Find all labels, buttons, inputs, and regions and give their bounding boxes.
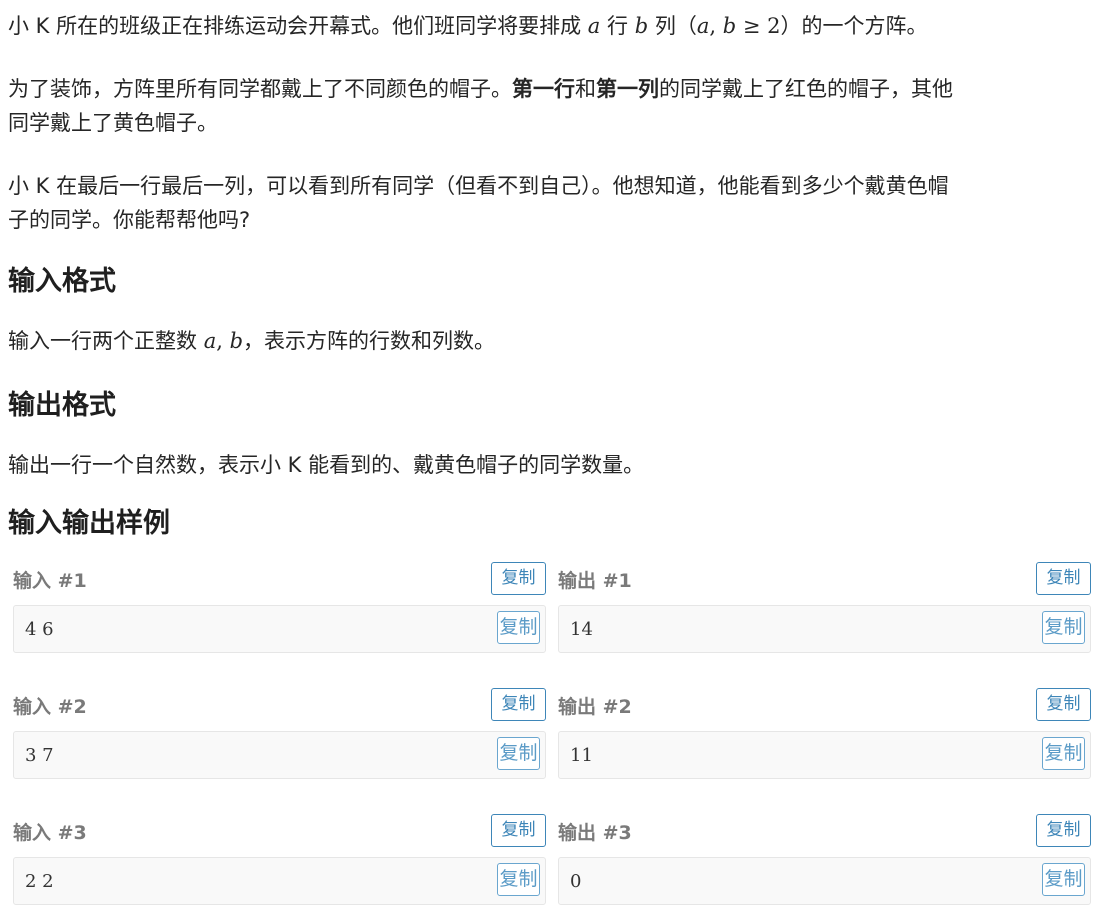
description-paragraph-1: 小 K 所在的班级正在排练运动会开幕式。他们班同学将要排成 a 行 b 列（a,… (8, 9, 927, 43)
sample-input-header: 输入 #2 复制 (13, 688, 546, 724)
samples-section: 输入 #1 复制 4 6 复制 输出 #1 复制 14 复制 输入 #2 复制 (13, 562, 1091, 912)
para1-suffix: ）的一个方阵。 (780, 14, 928, 38)
copy-button[interactable]: 复制 (491, 814, 546, 847)
sample-output-title: 输出 #2 (558, 696, 632, 718)
copy-inline-button[interactable]: 复制 (1042, 863, 1085, 896)
input-format-prefix: 输入一行两个正整数 (8, 329, 204, 353)
sample-input-title: 输入 #2 (13, 696, 87, 718)
sample-output-block: 输出 #2 复制 11 复制 (558, 688, 1091, 779)
para2-line2: 同学戴上了黄色帽子。 (8, 111, 218, 135)
sample-output-header: 输出 #3 复制 (558, 814, 1091, 850)
sample-output-code: 11 复制 (558, 731, 1091, 779)
input-format-heading: 输入格式 (8, 266, 116, 297)
output-format-text: 输出一行一个自然数，表示小 K 能看到的、戴黄色帽子的同学数量。 (8, 453, 645, 477)
copy-button[interactable]: 复制 (1036, 814, 1091, 847)
copy-button[interactable]: 复制 (491, 688, 546, 721)
sample-output-value: 11 (570, 745, 593, 766)
sample-input-code: 3 7 复制 (13, 731, 546, 779)
copy-button[interactable]: 复制 (491, 562, 546, 595)
input-format-suffix: ，表示方阵的行数和列数。 (243, 329, 496, 353)
sample-output-title: 输出 #3 (558, 822, 632, 844)
sample-row: 输入 #1 复制 4 6 复制 输出 #1 复制 14 复制 (13, 562, 1091, 688)
sample-input-value: 3 7 (25, 745, 54, 766)
sample-row: 输入 #2 复制 3 7 复制 输出 #2 复制 11 复制 (13, 688, 1091, 814)
para3-line2: 子的同学。你能帮帮他吗? (8, 208, 251, 232)
para2-prefix: 为了装饰，方阵里所有同学都戴上了不同颜色的帽子。 (8, 77, 512, 101)
para1-prefix: 小 K 所在的班级正在排练运动会开幕式。他们班同学将要排成 (8, 14, 588, 38)
sample-output-header: 输出 #1 复制 (558, 562, 1091, 598)
copy-inline-button[interactable]: 复制 (497, 863, 540, 896)
para1-mid2: 列（ (648, 14, 697, 38)
description-paragraph-2: 为了装饰，方阵里所有同学都戴上了不同颜色的帽子。第一行和第一列的同学戴上了红色的… (8, 72, 953, 140)
sample-output-block: 输出 #1 复制 14 复制 (558, 562, 1091, 653)
para2-mid: 和 (575, 77, 596, 101)
input-format-text: 输入一行两个正整数 a, b，表示方阵的行数和列数。 (8, 324, 495, 358)
sample-input-header: 输入 #1 复制 (13, 562, 546, 598)
description-paragraph-3: 小 K 在最后一行最后一列，可以看到所有同学（但看不到自己）。他想知道，他能看到… (8, 169, 949, 237)
sample-output-header: 输出 #2 复制 (558, 688, 1091, 724)
sample-input-value: 4 6 (25, 619, 54, 640)
cond-var-a: a (696, 14, 710, 38)
sample-output-value: 0 (570, 871, 582, 892)
var-a: a (587, 14, 601, 38)
var-b: b (634, 14, 649, 38)
para3-line1: 小 K 在最后一行最后一列，可以看到所有同学（但看不到自己）。他想知道，他能看到… (8, 174, 949, 198)
sample-input-title: 输入 #1 (13, 570, 87, 592)
copy-button[interactable]: 复制 (1036, 688, 1091, 721)
cond-comma: , (709, 14, 723, 38)
copy-inline-button[interactable]: 复制 (497, 737, 540, 770)
input-comma: , (216, 329, 230, 353)
para2-suffix: 的同学戴上了红色的帽子，其他 (659, 77, 953, 101)
output-format-heading: 输出格式 (8, 390, 116, 421)
para2-bold-first-col: 第一列 (596, 77, 659, 101)
sample-input-title: 输入 #3 (13, 822, 87, 844)
sample-input-block: 输入 #3 复制 2 2 复制 (13, 814, 546, 905)
copy-button[interactable]: 复制 (1036, 562, 1091, 595)
sample-input-header: 输入 #3 复制 (13, 814, 546, 850)
sample-input-block: 输入 #2 复制 3 7 复制 (13, 688, 546, 779)
sample-row: 输入 #3 复制 2 2 复制 输出 #3 复制 0 复制 (13, 814, 1091, 912)
samples-heading: 输入输出样例 (8, 508, 170, 539)
sample-output-title: 输出 #1 (558, 570, 632, 592)
sample-output-code: 14 复制 (558, 605, 1091, 653)
cond-var-b: b (722, 14, 737, 38)
sample-input-block: 输入 #1 复制 4 6 复制 (13, 562, 546, 653)
sample-output-block: 输出 #3 复制 0 复制 (558, 814, 1091, 905)
sample-output-value: 14 (570, 619, 593, 640)
cond-rest: ≥ 2 (736, 14, 781, 38)
copy-inline-button[interactable]: 复制 (1042, 737, 1085, 770)
input-var-b: b (229, 329, 244, 353)
sample-input-value: 2 2 (25, 871, 54, 892)
copy-inline-button[interactable]: 复制 (1042, 611, 1085, 644)
sample-output-code: 0 复制 (558, 857, 1091, 905)
input-var-a: a (203, 329, 217, 353)
sample-input-code: 2 2 复制 (13, 857, 546, 905)
copy-inline-button[interactable]: 复制 (497, 611, 540, 644)
sample-input-code: 4 6 复制 (13, 605, 546, 653)
para2-bold-first-row: 第一行 (512, 77, 575, 101)
para1-mid1: 行 (600, 14, 635, 38)
